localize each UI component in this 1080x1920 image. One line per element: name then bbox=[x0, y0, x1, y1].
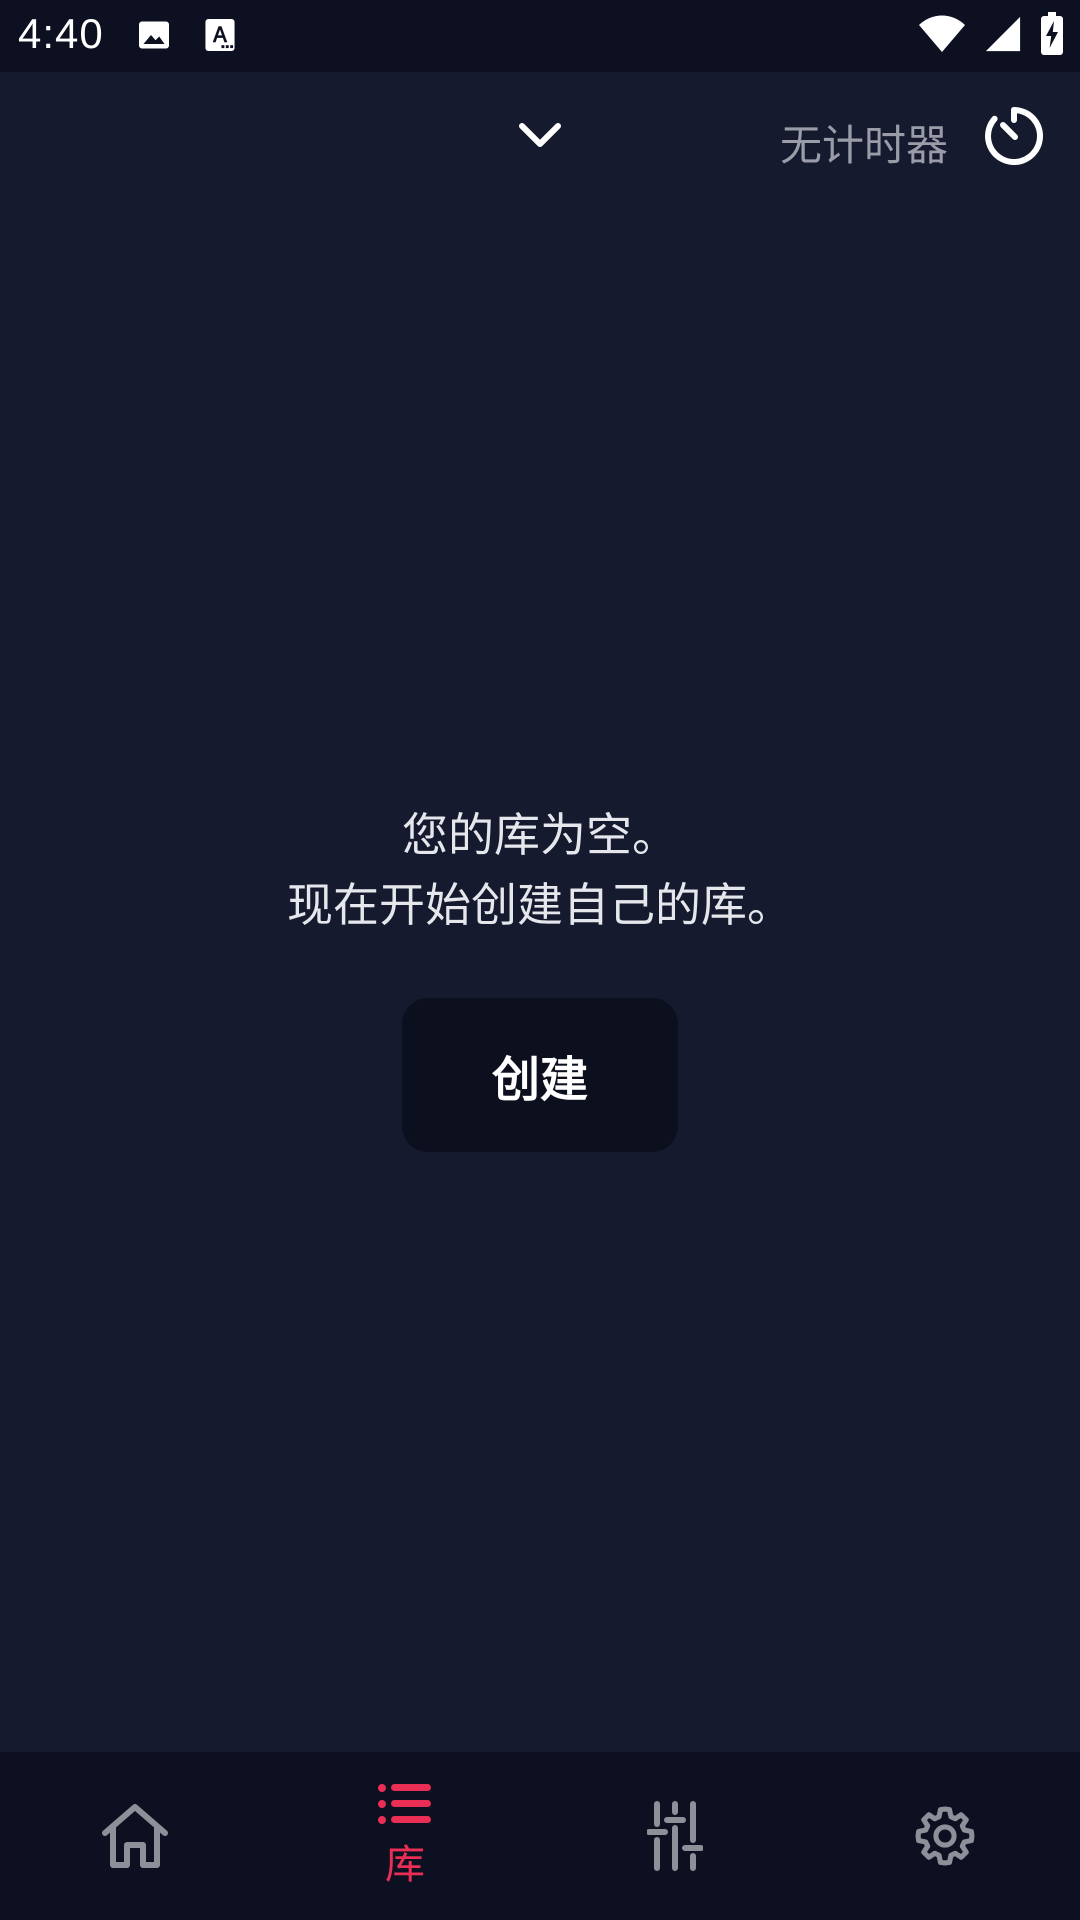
home-icon bbox=[102, 1804, 168, 1868]
create-button[interactable]: 创建 bbox=[402, 998, 678, 1152]
status-time: 4:40 bbox=[18, 10, 104, 57]
status-bar: 4:40 bbox=[0, 0, 1080, 72]
list-icon bbox=[378, 1784, 431, 1824]
font-notification-icon bbox=[205, 19, 235, 51]
nav-item-library[interactable]: 库 bbox=[270, 1752, 540, 1920]
status-system-icons bbox=[918, 12, 1064, 56]
empty-message-line-1: 您的库为空。 bbox=[402, 808, 678, 862]
nav-item-settings[interactable] bbox=[810, 1752, 1080, 1920]
nav-item-home[interactable] bbox=[0, 1752, 270, 1920]
chevron-down-icon[interactable] bbox=[514, 116, 566, 156]
nav-item-equalizer[interactable] bbox=[540, 1752, 810, 1920]
signal-icon bbox=[985, 16, 1021, 52]
equalizer-icon bbox=[647, 1801, 703, 1871]
timer-icon[interactable] bbox=[982, 104, 1046, 168]
image-notification-icon bbox=[139, 21, 169, 49]
gear-icon bbox=[915, 1806, 975, 1866]
battery-charging-icon bbox=[1041, 12, 1063, 55]
nav-label-library: 库 bbox=[385, 1842, 425, 1888]
empty-message-line-2: 现在开始创建自己的库。 bbox=[287, 878, 793, 932]
bottom-navigation: 库 bbox=[0, 1752, 1080, 1920]
status-notification-icons bbox=[136, 17, 236, 53]
empty-library-message: 您的库为空。 现在开始创建自己的库。 bbox=[0, 800, 1080, 940]
timer-label[interactable]: 无计时器 bbox=[780, 112, 948, 173]
top-bar: 无计时器 bbox=[0, 72, 1080, 202]
wifi-icon bbox=[919, 15, 965, 52]
